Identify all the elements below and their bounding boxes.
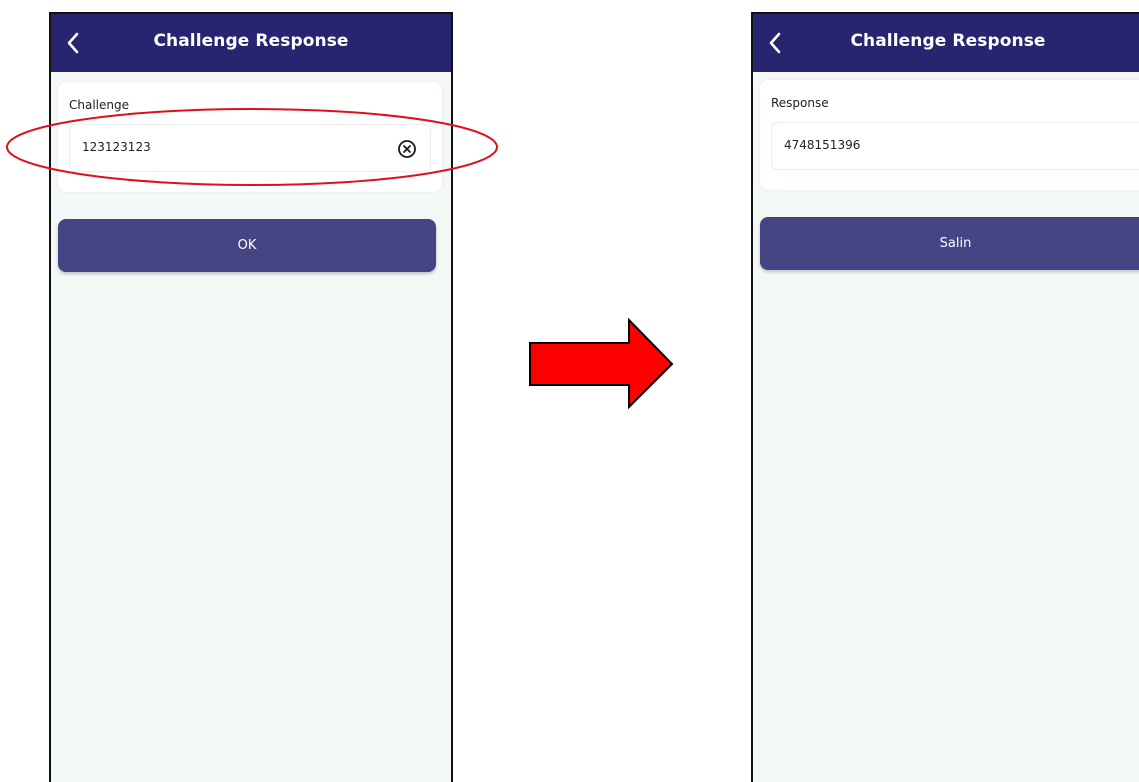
- salin-button[interactable]: Salin: [760, 217, 1139, 270]
- ok-button[interactable]: OK: [58, 219, 436, 272]
- page-title: Challenge Response: [850, 31, 1046, 51]
- highlight-oval: [6, 108, 498, 186]
- page-title: Challenge Response: [153, 31, 349, 51]
- response-field[interactable]: 4748151396: [771, 122, 1139, 170]
- response-field-value: 4748151396: [784, 138, 861, 152]
- app-bar: Challenge Response: [753, 14, 1139, 72]
- right-arrow-icon: [529, 318, 674, 410]
- right-phone-screen: Challenge Response Response 4748151396 S…: [751, 12, 1139, 782]
- app-bar: Challenge Response: [51, 14, 451, 72]
- response-card: Response 4748151396: [760, 80, 1139, 190]
- response-label: Response: [771, 96, 829, 110]
